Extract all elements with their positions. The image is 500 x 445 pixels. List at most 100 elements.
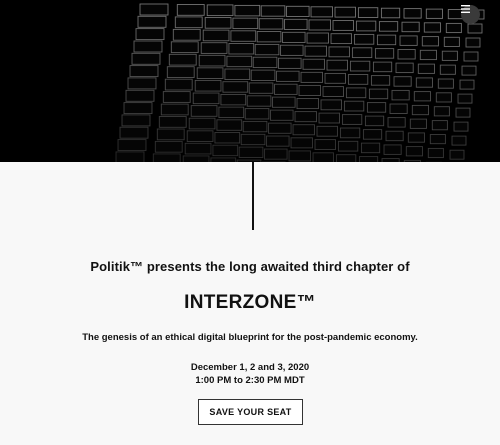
facade-window xyxy=(204,17,232,29)
facade-window xyxy=(445,22,462,34)
facade-window xyxy=(457,93,473,104)
facade-window xyxy=(156,128,185,141)
facade-window xyxy=(353,33,375,45)
building-facade-image xyxy=(115,3,485,162)
facade-window xyxy=(238,146,264,158)
facade-window xyxy=(194,79,222,92)
facade-window xyxy=(170,41,199,54)
facade-window xyxy=(276,70,300,82)
facade-window xyxy=(186,130,214,142)
facade-window xyxy=(439,64,456,75)
facade-window xyxy=(326,59,348,71)
facade-window xyxy=(292,124,315,136)
facade-window xyxy=(135,28,165,41)
facade-window xyxy=(372,61,393,73)
facade-window xyxy=(234,4,261,17)
facade-window xyxy=(409,118,427,129)
facade-window xyxy=(230,30,257,42)
event-time: 1:00 PM to 2:30 PM MDT xyxy=(195,375,305,386)
facade-window xyxy=(376,34,397,46)
facade-window xyxy=(294,111,317,123)
facade-window xyxy=(252,56,278,69)
facade-window xyxy=(258,18,284,30)
facade-window xyxy=(131,52,161,65)
facade-window xyxy=(351,47,373,59)
facade-window xyxy=(162,91,191,103)
facade-window xyxy=(288,150,311,162)
facade-window xyxy=(347,74,369,85)
facade-window xyxy=(226,55,253,68)
facade-window xyxy=(300,71,323,83)
facade-window xyxy=(127,77,157,90)
facade-window xyxy=(389,103,408,114)
facade-window xyxy=(358,156,379,162)
facade-window xyxy=(335,154,357,162)
facade-window xyxy=(166,66,195,78)
facade-window xyxy=(383,144,402,155)
facade-window xyxy=(374,48,395,59)
facade-window xyxy=(158,116,187,128)
facade-window xyxy=(268,122,292,134)
facade-window xyxy=(431,120,448,131)
facade-window xyxy=(216,119,243,131)
facade-window xyxy=(154,140,183,153)
facade-window xyxy=(286,5,310,17)
facade-window xyxy=(248,82,274,94)
facade-window xyxy=(214,132,241,144)
facade-window xyxy=(355,20,377,32)
facade-window xyxy=(212,144,239,157)
facade-window xyxy=(463,51,479,62)
facade-window xyxy=(380,7,401,19)
facade-window xyxy=(427,147,444,159)
facade-window xyxy=(184,142,212,155)
event-dates: December 1, 2 and 3, 2020 xyxy=(190,362,310,373)
facade-window xyxy=(139,3,169,16)
facade-window xyxy=(332,20,354,31)
facade-window xyxy=(206,4,234,17)
facade-window xyxy=(176,4,205,16)
facade-window xyxy=(192,92,220,105)
event-schedule: December 1, 2 and 3, 2020 1:00 PM to 2:3… xyxy=(0,361,500,387)
facade-window xyxy=(381,158,400,162)
facade-window xyxy=(308,19,331,31)
facade-window xyxy=(435,92,452,103)
facade-window xyxy=(453,121,469,132)
facade-window xyxy=(357,7,379,18)
facade-window xyxy=(152,153,181,162)
facade-window xyxy=(125,89,155,102)
facade-window xyxy=(395,62,414,74)
facade-window xyxy=(339,127,361,139)
facade-window xyxy=(172,28,201,41)
facade-window xyxy=(274,83,298,95)
facade-window xyxy=(164,78,193,91)
facade-window xyxy=(334,6,356,18)
facade-window xyxy=(298,84,321,96)
facade-window xyxy=(278,57,302,69)
facade-window xyxy=(129,65,159,78)
facade-window xyxy=(220,93,247,106)
menu-button[interactable] xyxy=(461,5,480,24)
facade-window xyxy=(314,139,336,150)
facade-window xyxy=(328,46,350,58)
facade-window xyxy=(282,31,306,43)
facade-window xyxy=(443,36,460,47)
facade-window xyxy=(218,106,245,119)
facade-window xyxy=(343,100,365,112)
facade-window xyxy=(337,140,359,152)
facade-window xyxy=(407,132,425,143)
facade-window xyxy=(345,87,367,99)
facade-window xyxy=(133,40,163,53)
facade-window xyxy=(256,31,282,43)
facade-window xyxy=(306,32,329,44)
facade-window xyxy=(433,106,450,117)
facade-window xyxy=(368,88,389,100)
facade-window xyxy=(391,89,410,101)
facade-window xyxy=(290,137,313,149)
facade-window xyxy=(296,98,319,110)
save-your-seat-button[interactable]: SAVE YOUR SEAT xyxy=(198,399,303,425)
facade-window xyxy=(378,21,399,32)
facade-window xyxy=(244,108,270,120)
facade-window xyxy=(429,134,446,145)
facade-window xyxy=(419,49,437,61)
facade-window xyxy=(284,18,308,30)
